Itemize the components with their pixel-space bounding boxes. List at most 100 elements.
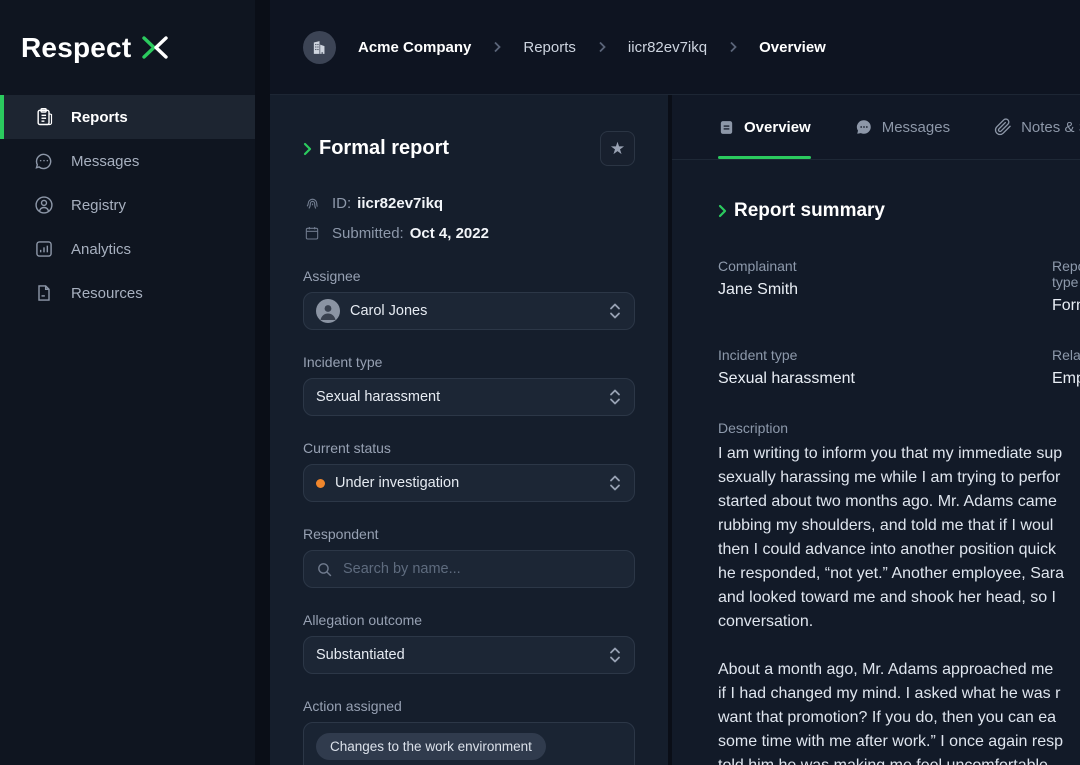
allegation-outcome-value: Substantiated bbox=[316, 647, 608, 663]
field-label: Complainant bbox=[718, 258, 1052, 274]
brand-x-icon bbox=[140, 34, 170, 61]
description-label: Description bbox=[718, 420, 1080, 436]
breadcrumb: Acme Company Reports iicr82ev7ikq Overvi… bbox=[303, 31, 826, 64]
company-building-icon bbox=[303, 31, 336, 64]
tab-notes-statements[interactable]: Notes & Statements bbox=[994, 95, 1080, 159]
action-assigned-multiselect[interactable]: Changes to the work environment Monitori… bbox=[303, 722, 635, 765]
field-value: Sexual harassment bbox=[718, 370, 1052, 388]
action-tag[interactable]: Changes to the work environment bbox=[316, 733, 546, 760]
field-value: Employee bbox=[1052, 370, 1080, 388]
description-line: some time with me after work.” I once ag… bbox=[718, 730, 1080, 754]
tab-overview[interactable]: Overview bbox=[718, 95, 811, 159]
incident-type-value: Sexual harassment bbox=[316, 389, 608, 405]
app-root: Respect Reports Messages bbox=[0, 0, 1080, 765]
field-value: Jane Smith bbox=[718, 281, 1052, 299]
registry-person-icon bbox=[33, 194, 55, 216]
tab-label: Messages bbox=[882, 119, 950, 136]
incident-type-label: Incident type bbox=[303, 354, 635, 370]
description-line: he responded, “not yet.” Another employe… bbox=[718, 562, 1080, 586]
summary-row: Complainant Jane Smith Report type Forma… bbox=[718, 258, 1080, 315]
app-logo[interactable]: Respect bbox=[0, 0, 255, 95]
brand-name: Respect bbox=[21, 32, 131, 64]
description-line: About a month ago, Mr. Adams approached … bbox=[718, 658, 1080, 682]
current-status-label: Current status bbox=[303, 440, 635, 456]
sidebar-item-analytics[interactable]: Analytics bbox=[0, 227, 255, 271]
respondent-search-input[interactable] bbox=[343, 561, 622, 577]
description-line: if I had changed my mind. I asked what h… bbox=[718, 682, 1080, 706]
chevron-right-icon bbox=[598, 41, 606, 53]
sidebar-item-label: Analytics bbox=[71, 241, 131, 258]
select-chevrons-icon bbox=[608, 474, 622, 492]
messages-chat-icon bbox=[855, 118, 873, 136]
summary-title: Report summary bbox=[734, 200, 885, 222]
status-dot-icon bbox=[316, 479, 325, 488]
select-chevrons-icon bbox=[608, 388, 622, 406]
sidebar-item-label: Registry bbox=[71, 197, 126, 214]
allegation-outcome-select[interactable]: Substantiated bbox=[303, 636, 635, 674]
sidebar-item-label: Reports bbox=[71, 109, 128, 126]
sidebar-item-label: Resources bbox=[71, 285, 143, 302]
summary-field-report-type: Report type Formal bbox=[1052, 258, 1080, 315]
description-line: then I could advance into another positi… bbox=[718, 538, 1080, 562]
assignee-value: Carol Jones bbox=[350, 303, 608, 319]
messages-chat-icon bbox=[33, 150, 55, 172]
description-line: rubbing my shoulders, and told me that i… bbox=[718, 514, 1080, 538]
breadcrumb-company[interactable]: Acme Company bbox=[358, 39, 471, 56]
chevron-right-icon bbox=[729, 41, 737, 53]
sidebar-item-label: Messages bbox=[71, 153, 139, 170]
respondent-search bbox=[303, 550, 635, 588]
allegation-outcome-label: Allegation outcome bbox=[303, 612, 635, 628]
breadcrumb-report-id[interactable]: iicr82ev7ikq bbox=[628, 39, 707, 56]
id-label: ID: bbox=[332, 195, 351, 212]
collapse-chevron-icon[interactable] bbox=[718, 204, 727, 218]
current-status-value: Under investigation bbox=[335, 475, 608, 491]
overview-doc-icon bbox=[718, 119, 735, 136]
sidebar-item-resources[interactable]: Resources bbox=[0, 271, 255, 315]
submitted-label: Submitted: bbox=[332, 225, 404, 242]
sidebar-item-messages[interactable]: Messages bbox=[0, 139, 255, 183]
sidebar-nav: Reports Messages Registry Analytics bbox=[0, 95, 255, 315]
tab-bar: Overview Messages Notes & Statements bbox=[672, 95, 1080, 160]
id-value: iicr82ev7ikq bbox=[357, 195, 443, 212]
assignee-label: Assignee bbox=[303, 268, 635, 284]
select-chevrons-icon bbox=[608, 646, 622, 664]
collapse-chevron-icon[interactable] bbox=[303, 142, 312, 156]
sidebar: Respect Reports Messages bbox=[0, 0, 255, 765]
incident-type-select[interactable]: Sexual harassment bbox=[303, 378, 635, 416]
submitted-value: Oct 4, 2022 bbox=[410, 225, 489, 242]
analytics-chart-icon bbox=[33, 238, 55, 260]
report-meta: ID: iicr82ev7ikq Submitted: Oct 4, 2022 bbox=[303, 192, 635, 244]
current-status-select[interactable]: Under investigation bbox=[303, 464, 635, 502]
field-value: Formal bbox=[1052, 297, 1080, 315]
summary-field-relationship: Relationship Employee bbox=[1052, 347, 1080, 388]
description-paragraph: I am writing to inform you that my immed… bbox=[718, 442, 1080, 634]
topbar: Acme Company Reports iicr82ev7ikq Overvi… bbox=[270, 0, 1080, 95]
summary-field-incident-type: Incident type Sexual harassment bbox=[718, 347, 1052, 388]
paperclip-icon bbox=[994, 118, 1012, 136]
favorite-button[interactable]: ★ bbox=[600, 131, 635, 166]
description-line: sexually harassing me while I am trying … bbox=[718, 466, 1080, 490]
description-line: and looked toward me and shook her head,… bbox=[718, 586, 1080, 610]
summary-field-complainant: Complainant Jane Smith bbox=[718, 258, 1052, 315]
report-summary: Report summary Complainant Jane Smith Re… bbox=[672, 160, 1080, 765]
tab-messages[interactable]: Messages bbox=[855, 95, 950, 159]
select-chevrons-icon bbox=[608, 302, 622, 320]
main-area: Acme Company Reports iicr82ev7ikq Overvi… bbox=[270, 0, 1080, 765]
reports-clipboard-icon bbox=[33, 106, 55, 128]
assignee-avatar bbox=[316, 299, 340, 323]
sidebar-item-registry[interactable]: Registry bbox=[0, 183, 255, 227]
description-paragraph: About a month ago, Mr. Adams approached … bbox=[718, 658, 1080, 765]
sidebar-divider bbox=[255, 0, 270, 765]
assignee-select[interactable]: Carol Jones bbox=[303, 292, 635, 330]
sidebar-item-reports[interactable]: Reports bbox=[0, 95, 255, 139]
summary-row: Incident type Sexual harassment Relation… bbox=[718, 347, 1080, 388]
search-icon bbox=[316, 561, 333, 578]
calendar-icon bbox=[303, 225, 321, 241]
star-icon: ★ bbox=[610, 140, 625, 157]
tab-label: Overview bbox=[744, 119, 811, 136]
report-details-panel: Formal report ★ ID: iicr82ev7ikq bbox=[270, 95, 668, 765]
respondent-label: Respondent bbox=[303, 526, 635, 542]
action-assigned-label: Action assigned bbox=[303, 698, 635, 714]
field-label: Relationship bbox=[1052, 347, 1080, 363]
breadcrumb-reports[interactable]: Reports bbox=[523, 39, 576, 56]
